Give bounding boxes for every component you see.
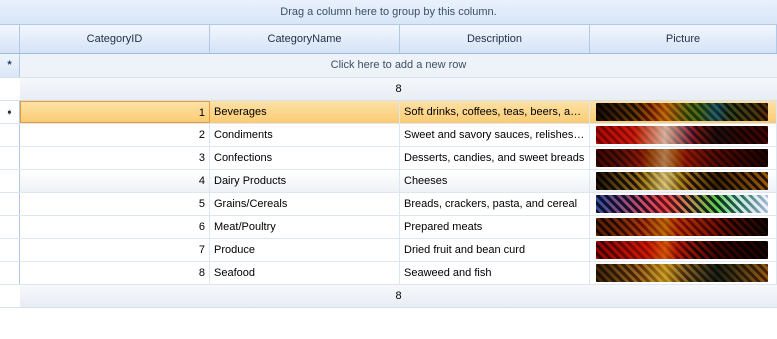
row-indicator[interactable] (0, 262, 20, 284)
cell-categoryid[interactable]: 3 (20, 147, 210, 169)
cell-categoryid[interactable]: 6 (20, 216, 210, 238)
new-row-text[interactable]: Click here to add a new row (20, 54, 777, 77)
cell-picture[interactable] (590, 262, 777, 284)
cell-picture[interactable] (590, 216, 777, 238)
cell-categoryid[interactable]: 7 (20, 239, 210, 261)
column-header-row: CategoryID CategoryName Description Pict… (0, 25, 777, 54)
cell-categoryname[interactable]: Dairy Products (210, 170, 400, 192)
summary-count-top: 8 (20, 78, 777, 100)
cell-picture[interactable] (590, 147, 777, 169)
cell-picture[interactable] (590, 124, 777, 146)
cell-description[interactable]: Seaweed and fish (400, 262, 590, 284)
column-header-description[interactable]: Description (400, 25, 590, 53)
new-row[interactable]: * Click here to add a new row (0, 54, 777, 78)
cell-picture[interactable] (590, 239, 777, 261)
cell-description[interactable]: Soft drinks, coffees, teas, beers, and a… (400, 101, 590, 123)
table-row[interactable]: 5 Grains/Cereals Breads, crackers, pasta, … (0, 193, 777, 216)
cell-picture[interactable] (590, 101, 777, 123)
category-picture-image (596, 126, 768, 144)
cell-categoryid[interactable]: 8 (20, 262, 210, 284)
cell-categoryid[interactable]: 4 (20, 170, 210, 192)
row-indicator[interactable] (0, 147, 20, 169)
group-panel[interactable]: Drag a column here to group by this colu… (0, 0, 777, 25)
column-header-categoryid[interactable]: CategoryID (20, 25, 210, 53)
cell-description[interactable]: Desserts, candies, and sweet breads (400, 147, 590, 169)
cell-categoryname[interactable]: Beverages (210, 101, 400, 123)
table-row[interactable]: 4 Dairy Products Cheeses (0, 170, 777, 193)
cell-categoryid[interactable]: 5 (20, 193, 210, 215)
cell-description[interactable]: Dried fruit and bean curd (400, 239, 590, 261)
category-picture-image (596, 218, 768, 236)
summary-row-bottom: 8 (0, 285, 777, 308)
category-picture-image (596, 264, 768, 282)
category-picture-image (596, 149, 768, 167)
cell-categoryname[interactable]: Grains/Cereals (210, 193, 400, 215)
cell-description[interactable]: Sweet and savory sauces, relishes, sprea… (400, 124, 590, 146)
row-indicator[interactable] (0, 124, 20, 146)
table-row[interactable]: 2 Condiments Sweet and savory sauces, reli… (0, 124, 777, 147)
summary-count-bottom: 8 (20, 285, 777, 307)
cell-categoryname[interactable]: Seafood (210, 262, 400, 284)
cell-picture[interactable] (590, 170, 777, 192)
table-row[interactable]: 7 Produce Dried fruit and bean curd (0, 239, 777, 262)
cell-description[interactable]: Breads, crackers, pasta, and cereal (400, 193, 590, 215)
new-row-indicator: * (0, 54, 20, 77)
category-picture-image (596, 241, 768, 259)
data-grid[interactable]: Drag a column here to group by this colu… (0, 0, 777, 308)
table-row[interactable]: 3 Confections Desserts, candies, and sweet… (0, 147, 777, 170)
summary-row-top: 8 (0, 78, 777, 101)
cell-picture[interactable] (590, 193, 777, 215)
category-picture-image (596, 195, 768, 213)
table-body: ➧ 1 Beverages Soft drinks, coffees, teas, b… (0, 101, 777, 285)
cell-categoryid[interactable]: 1 (20, 101, 210, 123)
row-indicator[interactable] (0, 193, 20, 215)
row-indicator[interactable] (0, 239, 20, 261)
cell-categoryname[interactable]: Meat/Poultry (210, 216, 400, 238)
table-row[interactable]: 8 Seafood Seaweed and fish (0, 262, 777, 285)
category-picture-image (596, 103, 768, 121)
table-row[interactable]: ➧ 1 Beverages Soft drinks, coffees, teas, b… (0, 101, 777, 124)
cell-categoryname[interactable]: Confections (210, 147, 400, 169)
header-row-indicator (0, 25, 20, 53)
table-row[interactable]: 6 Meat/Poultry Prepared meats (0, 216, 777, 239)
row-indicator[interactable] (0, 170, 20, 192)
summary-indicator (0, 78, 20, 100)
cell-categoryname[interactable]: Condiments (210, 124, 400, 146)
category-picture-image (596, 172, 768, 190)
summary-indicator (0, 285, 20, 307)
cell-categoryname[interactable]: Produce (210, 239, 400, 261)
row-indicator[interactable]: ➧ (0, 101, 20, 123)
row-indicator[interactable] (0, 216, 20, 238)
column-header-categoryname[interactable]: CategoryName (210, 25, 400, 53)
cell-description[interactable]: Cheeses (400, 170, 590, 192)
cell-categoryid[interactable]: 2 (20, 124, 210, 146)
column-header-picture[interactable]: Picture (590, 25, 777, 53)
cell-description[interactable]: Prepared meats (400, 216, 590, 238)
